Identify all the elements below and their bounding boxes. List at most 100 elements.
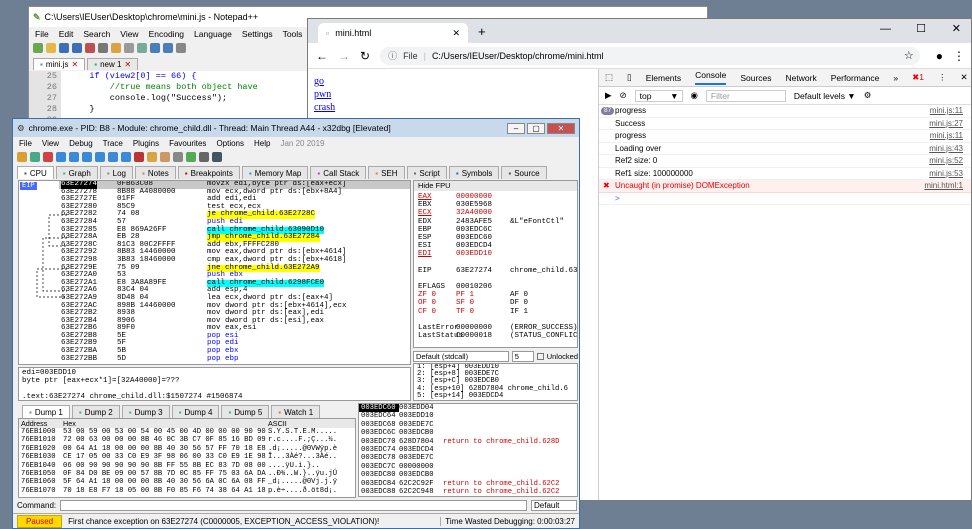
pause-icon[interactable] (69, 152, 79, 162)
tab-mini-js[interactable]: ▪ mini.js ✕ (33, 58, 86, 70)
print-icon[interactable] (98, 43, 108, 53)
patch-icon[interactable] (147, 152, 157, 162)
close-icon[interactable]: ✕ (72, 60, 79, 69)
open-file-icon[interactable] (46, 43, 56, 53)
stack-view[interactable]: 003EDC60 003EDD04 003EDC64 003EDD10 003EDC68… (358, 403, 578, 497)
stop-icon[interactable] (43, 152, 53, 162)
undo-icon[interactable] (150, 43, 160, 53)
tab-network[interactable]: Network (786, 73, 817, 83)
save-icon[interactable] (59, 43, 69, 53)
menu-item[interactable]: Trace (103, 139, 123, 148)
tab-memory-map[interactable]: ▪ Memory Map (241, 166, 309, 179)
maximize-icon[interactable]: ☐ (916, 22, 926, 35)
register-value[interactable]: 003EDC60 (456, 234, 510, 242)
minimize-icon[interactable]: – (507, 122, 525, 134)
register-value[interactable]: 00000000 (456, 193, 510, 201)
reload-icon[interactable]: ↻ (360, 49, 370, 63)
register-value[interactable]: 32A40000 (456, 209, 510, 217)
breakpoint-icon[interactable] (134, 152, 144, 162)
tab-console[interactable]: Console (695, 70, 727, 85)
register-value[interactable]: 003EDD10 (456, 250, 510, 258)
link-go[interactable]: go (314, 75, 335, 88)
command-type-select[interactable]: Default (531, 500, 577, 511)
dump-tab[interactable]: ▪ Dump 1 (22, 405, 70, 418)
label-icon[interactable] (173, 152, 183, 162)
source-link[interactable]: mini.js:11 (930, 105, 971, 117)
dump-tab[interactable]: ▪ Watch 1 (271, 405, 321, 418)
tab-elements[interactable]: Elements (646, 73, 681, 83)
open-icon[interactable] (17, 152, 27, 162)
step-into-icon[interactable] (82, 152, 92, 162)
close-icon[interactable]: ✕ (547, 122, 575, 134)
tab-source[interactable]: ▪ Source (501, 166, 547, 179)
link-crash[interactable]: crash (314, 101, 335, 114)
devtools-menu-icon[interactable]: ⋮ (938, 72, 947, 83)
register-value[interactable]: 00000000 (456, 324, 510, 332)
tab-graph[interactable]: ▪ Graph (55, 166, 98, 179)
menu-item[interactable]: Favourites (169, 139, 206, 148)
menu-item-search[interactable]: Search (83, 29, 110, 39)
new-file-icon[interactable] (33, 43, 43, 53)
menu-item-settings[interactable]: Settings (242, 29, 273, 39)
register-value[interactable]: C0000018 (456, 332, 510, 340)
register-value[interactable]: 00010206 (456, 283, 510, 291)
window-close-icon[interactable]: ✕ (952, 22, 961, 35)
tab-sources[interactable]: Sources (740, 73, 771, 83)
menu-item[interactable]: Options (216, 139, 244, 148)
dump-view[interactable]: Address Hex ASCII 76EB1000 53 00 59 00 53… (18, 418, 356, 498)
disassembly-view[interactable]: EIP 63E27274 0FB63C08 movzx edi,byte ptr d… (18, 180, 411, 365)
paste-icon[interactable] (137, 43, 147, 53)
browser-tab[interactable]: ▫ mini.html ✕ (318, 23, 468, 43)
run-to-user-icon[interactable] (121, 152, 131, 162)
menu-item[interactable]: Debug (69, 139, 93, 148)
callconv-select[interactable]: Default (stdcall) (413, 350, 509, 362)
address-bar[interactable]: ⓘ File | C:/Users/IEUser/Desktop/chrome/… (380, 46, 920, 65)
hide-fpu-button[interactable]: Hide FPU (414, 181, 577, 191)
register-value[interactable]: 003EDCD4 (456, 242, 510, 250)
clear-console-icon[interactable]: ⊘ (620, 90, 627, 101)
levels-select[interactable]: Default levels ▼ (794, 91, 856, 101)
devtools-close-icon[interactable]: ✕ (960, 72, 967, 83)
function-icon[interactable] (186, 152, 196, 162)
close-file-icon[interactable] (85, 43, 95, 53)
source-link[interactable]: mini.js:27 (929, 118, 971, 130)
comment-icon[interactable] (160, 152, 170, 162)
tab-notes[interactable]: ▪ Notes (135, 166, 176, 179)
close-icon[interactable]: ✕ (124, 60, 131, 69)
redo-icon[interactable] (163, 43, 173, 53)
find-icon[interactable] (176, 43, 186, 53)
menu-item[interactable]: View (42, 139, 59, 148)
command-input[interactable] (60, 500, 527, 511)
menu-item-encoding[interactable]: Encoding (149, 29, 184, 39)
tab-performance[interactable]: Performance (831, 73, 880, 83)
maximize-icon[interactable]: ▢ (527, 122, 545, 134)
tab-log[interactable]: ▪ Log (99, 166, 134, 179)
profile-icon[interactable]: ● (936, 49, 943, 63)
menu-item-view[interactable]: View (120, 29, 138, 39)
source-link[interactable]: mini.js:11 (930, 130, 971, 142)
menu-item[interactable]: Jan 20 2019 (280, 139, 324, 148)
tab-seh[interactable]: ▪ SEH (368, 166, 405, 179)
unlocked-checkbox[interactable] (536, 352, 544, 360)
cut-icon[interactable] (111, 43, 121, 53)
console-settings-icon[interactable]: ⚙ (864, 90, 872, 101)
menu-item-file[interactable]: File (35, 29, 49, 39)
restart-icon[interactable] (30, 152, 40, 162)
error-count-badge[interactable]: ✖1 (912, 72, 924, 83)
hash-icon[interactable] (199, 152, 209, 162)
dump-tab[interactable]: ▪ Dump 2 (71, 405, 120, 418)
tab-call-stack[interactable]: ▪ Call Stack (310, 166, 367, 179)
dump-tab[interactable]: ▪ Dump 3 (121, 405, 170, 418)
close-tab-icon[interactable]: ✕ (452, 28, 460, 39)
source-link[interactable]: mini.js:52 (929, 155, 971, 167)
save-all-icon[interactable] (72, 43, 82, 53)
register-value[interactable]: 003EDC6C (456, 226, 510, 234)
back-icon[interactable]: ← (316, 49, 328, 63)
menu-item-tools[interactable]: Tools (283, 29, 303, 39)
more-tabs-icon[interactable]: » (893, 73, 898, 83)
tab-cpu[interactable]: ▪ CPU (17, 166, 54, 179)
calculator-icon[interactable] (212, 152, 222, 162)
menu-item-language[interactable]: Language (194, 29, 232, 39)
step-over-icon[interactable] (95, 152, 105, 162)
tab-breakpoints[interactable]: ▪ Breakpoints (177, 166, 240, 179)
